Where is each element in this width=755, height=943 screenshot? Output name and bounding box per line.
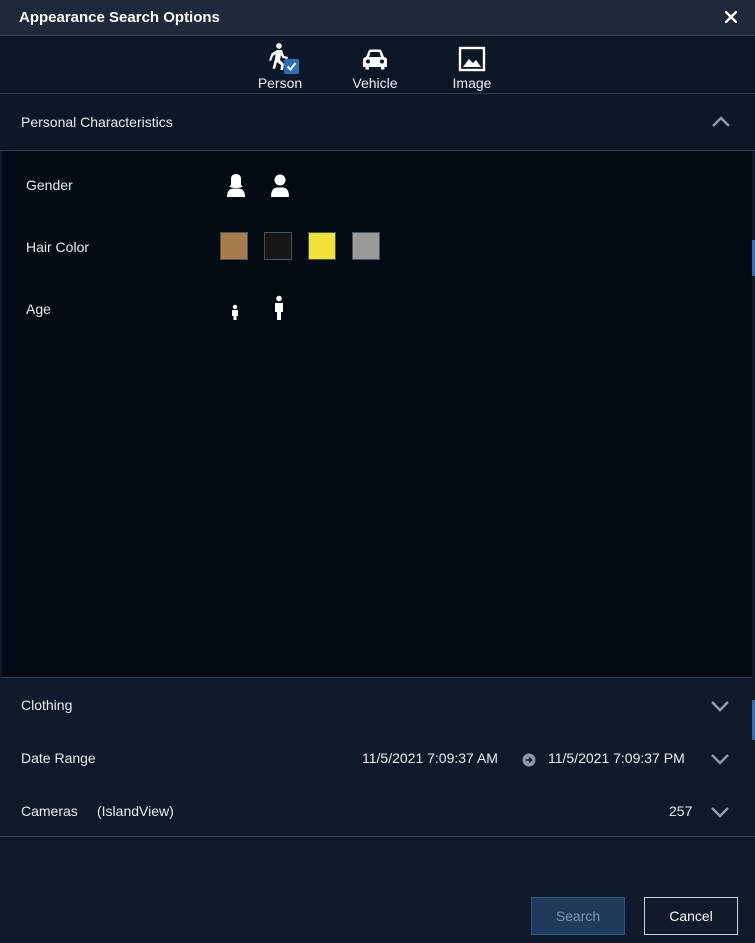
age-child-option[interactable] — [226, 297, 244, 325]
search-button[interactable]: Search — [531, 897, 625, 935]
search-type-tabs: Person Vehicle Image — [0, 36, 755, 94]
tab-image[interactable]: Image — [437, 42, 507, 91]
chevron-up-icon[interactable] — [711, 115, 731, 129]
car-icon — [363, 49, 387, 70]
age-adult-option[interactable] — [270, 293, 288, 323]
divider — [0, 836, 755, 837]
title-bar: Appearance Search Options — [0, 0, 755, 36]
hair-color-swatch-black[interactable] — [264, 232, 292, 260]
gender-male-option[interactable] — [266, 170, 294, 200]
date-range-end[interactable]: 11/5/2021 7:09:37 PM — [548, 750, 685, 766]
window-title: Appearance Search Options — [19, 9, 220, 26]
selected-check-icon — [284, 59, 299, 74]
hair-color-swatch-blonde[interactable] — [308, 232, 336, 260]
hair-color-swatch-gray[interactable] — [352, 232, 380, 260]
cameras-row[interactable]: Cameras (IslandView) 257 — [0, 784, 755, 837]
personal-characteristics-label: Personal Characteristics — [21, 114, 173, 130]
date-range-start[interactable]: 11/5/2021 7:09:37 AM — [362, 750, 498, 766]
tab-person[interactable]: Person — [245, 42, 315, 91]
date-range-label: Date Range — [21, 750, 96, 766]
gender-label: Gender — [26, 177, 73, 193]
lower-options: Clothing Date Range 11/5/2021 7:09:37 AM… — [0, 678, 755, 943]
personal-characteristics-panel: Gender Hair Color Age — [2, 151, 752, 678]
chevron-down-icon[interactable] — [710, 805, 730, 819]
cameras-label: Cameras — [21, 803, 78, 819]
child-icon — [232, 304, 238, 320]
adult-icon — [275, 295, 283, 320]
gender-female-option[interactable] — [222, 170, 250, 200]
hair-color-swatch-brown[interactable] — [220, 232, 248, 260]
age-label: Age — [26, 301, 51, 317]
cameras-count: 257 — [669, 803, 693, 819]
clothing-row[interactable]: Clothing — [0, 678, 755, 731]
clothing-label: Clothing — [21, 697, 73, 713]
chevron-down-icon[interactable] — [710, 752, 730, 766]
female-icon — [227, 174, 245, 197]
chevron-down-icon[interactable] — [710, 699, 730, 713]
personal-characteristics-header[interactable]: Personal Characteristics — [0, 94, 755, 151]
tab-image-label: Image — [452, 75, 492, 91]
arrow-right-circle-icon — [522, 753, 536, 767]
male-icon — [271, 174, 289, 197]
close-icon — [725, 11, 737, 23]
cancel-button[interactable]: Cancel — [644, 897, 738, 935]
cameras-site: (IslandView) — [97, 803, 174, 819]
close-button[interactable] — [721, 6, 741, 28]
date-range-row[interactable]: Date Range 11/5/2021 7:09:37 AM 11/5/202… — [0, 731, 755, 784]
tab-person-label: Person — [257, 75, 303, 91]
image-icon — [458, 46, 486, 72]
tab-vehicle-label: Vehicle — [352, 75, 398, 91]
tab-vehicle[interactable]: Vehicle — [340, 42, 410, 91]
hair-color-label: Hair Color — [26, 239, 90, 255]
